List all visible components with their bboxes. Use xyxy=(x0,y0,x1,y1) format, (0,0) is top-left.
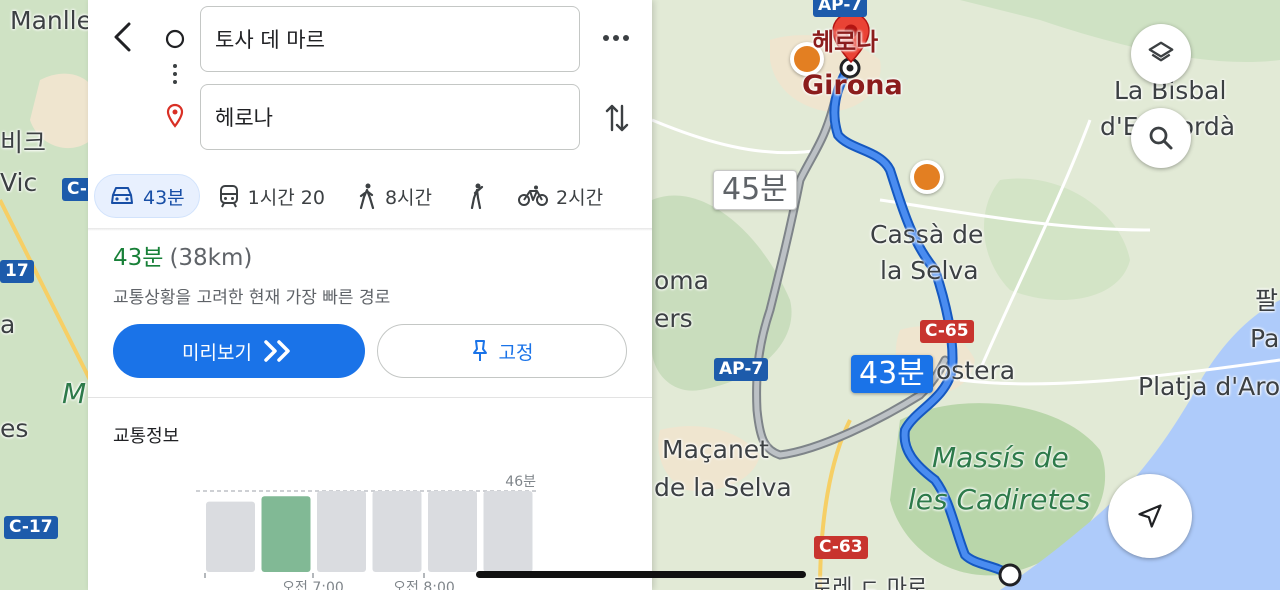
layers-icon xyxy=(1148,41,1174,62)
transit-icon xyxy=(219,185,238,208)
origin-input[interactable]: 토사 데 마르 xyxy=(200,6,580,72)
place-label: ostera xyxy=(936,356,1016,385)
pin-button-label: 고정 xyxy=(498,341,534,364)
rideshare-icon xyxy=(470,183,484,209)
mode-driving-tab[interactable]: 43분 xyxy=(94,174,200,218)
place-label: Maçanet xyxy=(662,435,769,464)
route-connector xyxy=(165,29,185,128)
swap-locations-button[interactable] xyxy=(602,98,632,138)
traffic-bar xyxy=(317,491,366,572)
traffic-section-title: 교통정보 xyxy=(113,426,180,447)
origin-value: 토사 데 마르 xyxy=(215,28,325,52)
layers-button[interactable] xyxy=(1131,24,1191,84)
more-horizontal-icon xyxy=(603,35,629,41)
destination-value: 헤로나 xyxy=(215,106,273,130)
mode-driving-label: 43분 xyxy=(143,186,185,209)
tick-label: 오전 7:00 xyxy=(282,580,344,590)
road-shield: C-63 xyxy=(814,536,868,559)
place-label: les Cadiretes xyxy=(908,483,1091,516)
bike-icon xyxy=(518,185,548,206)
travel-mode-tabs: 43분 1시간 20 8시간 2시간 xyxy=(88,168,652,224)
road-shield: AP-7 xyxy=(714,358,769,381)
back-button[interactable] xyxy=(106,18,138,56)
traffic-bar xyxy=(206,501,255,572)
mode-walking-tab[interactable]: 8시간 xyxy=(343,174,446,218)
road-shield: AP-7 xyxy=(813,0,868,17)
car-icon xyxy=(111,187,133,204)
place-label: Platja d'Aro xyxy=(1138,372,1280,401)
place-label: de la Selva xyxy=(654,473,792,502)
place-label: la Selva xyxy=(880,256,979,285)
place-label: Pa xyxy=(1250,324,1280,353)
place-label: ers xyxy=(654,304,693,333)
mode-transit-tab[interactable]: 1시간 20 xyxy=(204,174,339,218)
route-description: 교통상황을 고려한 현재 가장 빠른 경로 xyxy=(113,288,391,308)
destination-input[interactable]: 헤로나 xyxy=(200,84,580,150)
place-label: Vic xyxy=(0,168,38,197)
place-label: Cassà de xyxy=(870,220,984,249)
road-shield: 17 xyxy=(0,260,34,283)
double-chevron-right-icon xyxy=(264,340,290,362)
divider xyxy=(88,228,652,231)
origin-circle-icon xyxy=(165,29,185,49)
traffic-bar xyxy=(428,491,477,572)
pin-button[interactable]: 고정 xyxy=(377,324,627,378)
pin-icon xyxy=(472,340,487,361)
route-duration: 43분 xyxy=(113,245,164,271)
navigation-arrow-icon xyxy=(1138,504,1162,528)
mode-walking-label: 8시간 xyxy=(384,186,432,209)
walk-icon xyxy=(359,183,375,209)
place-label: Manlle xyxy=(10,6,93,35)
preview-button-label: 미리보기 xyxy=(182,341,252,364)
preview-button[interactable]: 미리보기 xyxy=(113,324,365,378)
road-shield: C-65 xyxy=(920,320,974,343)
place-label: 로레 ㄷ 마로 xyxy=(812,576,928,590)
tick-label: 오전 8:00 xyxy=(393,580,455,590)
city-label-korean: 헤로나 xyxy=(812,28,879,56)
my-location-button[interactable] xyxy=(1108,474,1192,558)
chevron-left-icon xyxy=(114,22,131,52)
reference-label: 46분 xyxy=(505,474,536,490)
primary-route-duration[interactable]: 43분 xyxy=(851,355,933,393)
more-options-button[interactable] xyxy=(600,22,632,54)
mode-transit-label: 1시간 20 xyxy=(247,186,325,209)
traffic-bar xyxy=(483,491,533,572)
traffic-bar xyxy=(261,496,311,572)
route-distance: (38km) xyxy=(169,245,253,271)
mode-cycling-tab[interactable]: 2시간 xyxy=(504,174,617,218)
directions-panel: 토사 데 마르 헤로나 43분 1시간 20 8시간 2시간 43분 (38km… xyxy=(88,0,652,590)
place-label: 팔 xyxy=(1255,286,1279,315)
speed-camera-icon[interactable] xyxy=(910,160,944,194)
place-label: M xyxy=(62,377,87,410)
place-label: oma xyxy=(654,266,709,295)
map-search-button[interactable] xyxy=(1131,108,1191,168)
search-icon xyxy=(1149,126,1173,150)
city-label: Girona xyxy=(802,70,903,101)
home-indicator xyxy=(476,571,806,578)
origin-marker xyxy=(998,563,1022,587)
divider xyxy=(88,397,652,398)
mode-rideshare-tab[interactable] xyxy=(450,174,500,218)
place-label: 비크 xyxy=(0,128,47,157)
route-summary: 43분 (38km) xyxy=(113,238,252,272)
place-label: es xyxy=(0,414,29,443)
destination-pin-icon xyxy=(166,103,184,128)
swap-vertical-icon xyxy=(605,104,629,132)
place-label: Massís de xyxy=(932,441,1069,474)
road-shield: C-17 xyxy=(4,516,58,539)
place-label: a xyxy=(0,310,16,339)
traffic-bar xyxy=(372,491,422,572)
mode-cycling-label: 2시간 xyxy=(556,186,604,209)
alternate-route-duration[interactable]: 45분 xyxy=(713,170,797,210)
